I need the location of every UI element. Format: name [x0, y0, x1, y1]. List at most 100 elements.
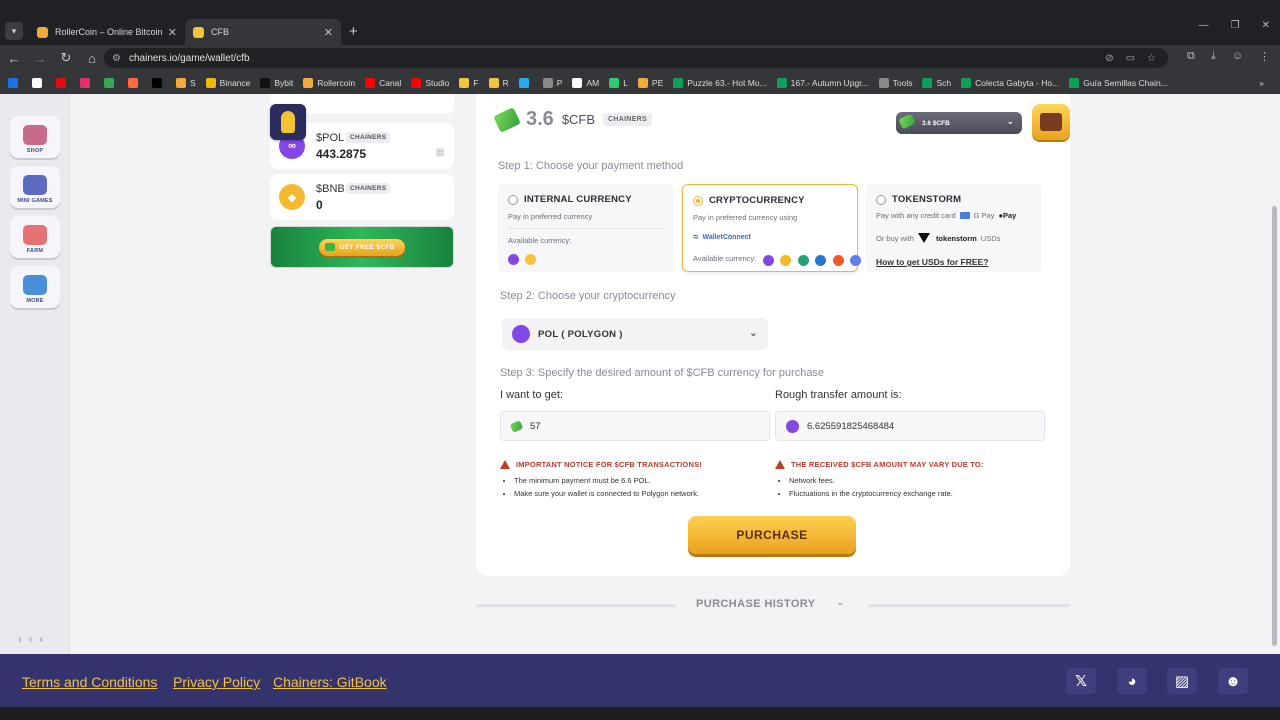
- bookmark-item[interactable]: Rollercoin: [303, 77, 355, 88]
- notice-title: IMPORTANT NOTICE FOR $CFB TRANSACTIONS!: [516, 460, 702, 469]
- bookmark-item[interactable]: [80, 77, 94, 88]
- address-bar[interactable]: ⚙ chainers.io/game/wallet/cfb ⊘ ▭ ☆: [104, 48, 1168, 68]
- privacy-link[interactable]: Privacy Policy: [173, 674, 260, 690]
- purchase-history-label: PURCHASE HISTORY: [696, 598, 816, 610]
- scrollbar-thumb[interactable]: [1272, 206, 1277, 646]
- coin-action-icon[interactable]: ▦: [436, 147, 445, 158]
- close-tab-icon[interactable]: ✕: [324, 26, 333, 39]
- bookmark-item[interactable]: L: [609, 77, 628, 88]
- close-window-icon[interactable]: ✕: [1262, 20, 1270, 31]
- amount-vary-notice: THE RECEIVED $CFB AMOUNT MAY VARY DUE TO…: [775, 460, 984, 500]
- payment-method-tokenstorm[interactable]: TOKENSTORM Pay with any credit card G Pa…: [866, 184, 1042, 272]
- get-usds-link[interactable]: How to get USDs for FREE?: [876, 257, 988, 267]
- menu-kebab-icon[interactable]: ⋮: [1259, 50, 1270, 63]
- forward-arrow-icon[interactable]: →: [28, 51, 52, 66]
- purchase-button[interactable]: PURCHASE: [688, 516, 856, 554]
- bookmark-item[interactable]: [104, 77, 118, 88]
- coin-tag: CHAINERS: [346, 183, 391, 194]
- radio-tokenstorm[interactable]: [876, 195, 886, 205]
- eye-off-icon[interactable]: ⊘: [1105, 53, 1113, 64]
- gamepad-icon: [23, 175, 47, 195]
- extensions-icon[interactable]: ⧉: [1187, 50, 1195, 63]
- bookmark-item[interactable]: Binance: [205, 77, 250, 88]
- cfb-amount-field[interactable]: [500, 411, 770, 441]
- payment-method-internal[interactable]: INTERNAL CURRENCY Pay in preferred curre…: [498, 184, 674, 272]
- bookmark-item[interactable]: Colecta Gabyta - Ho...: [961, 77, 1059, 88]
- bookmark-item[interactable]: AM: [572, 77, 600, 88]
- bookmarks-bar: S Binance Bybit Rollercoin Canal Studio F R P AM L…: [0, 71, 1280, 94]
- bookmark-star-icon[interactable]: ☆: [1147, 53, 1156, 64]
- bookmark-item[interactable]: R: [488, 77, 509, 88]
- tab-cfb[interactable]: CFB ✕: [185, 19, 341, 45]
- bookmark-item[interactable]: Tools: [878, 77, 912, 88]
- bookmark-label: AM: [586, 77, 600, 88]
- payment-method-crypto[interactable]: CRYPTOCURRENCY Pay in preferred currency…: [682, 184, 862, 272]
- bookmark-item[interactable]: [32, 77, 46, 88]
- step2-label: Step 2: Choose your cryptocurrency: [500, 290, 676, 302]
- tab-search-button[interactable]: ▾: [5, 22, 23, 40]
- bookmark-item[interactable]: Sch: [922, 77, 951, 88]
- bookmark-item[interactable]: Guía Semillas Chain...: [1069, 77, 1168, 88]
- site-info-icon[interactable]: ⚙: [112, 53, 121, 64]
- sidebar-item-mini-games[interactable]: MINI GAMES: [10, 166, 60, 208]
- radio-internal[interactable]: [508, 195, 518, 205]
- page-scrollbar[interactable]: [1271, 96, 1278, 652]
- farm-cow-icon: [23, 225, 47, 245]
- new-tab-button[interactable]: +: [349, 23, 358, 40]
- cast-icon[interactable]: ▭: [1126, 53, 1135, 64]
- transfer-amount-input[interactable]: [807, 420, 1007, 432]
- bookmark-favicon-icon: [205, 77, 216, 88]
- maximize-icon[interactable]: ❐: [1231, 20, 1240, 31]
- bookmark-item[interactable]: [8, 77, 22, 88]
- bookmark-item[interactable]: [128, 77, 142, 88]
- bookmark-item[interactable]: Bybit: [260, 77, 293, 88]
- reddit-icon[interactable]: ☻: [1218, 668, 1248, 694]
- bookmark-item[interactable]: Puzzle 63.- Hot Mo...: [673, 77, 767, 88]
- miner-lightbulb-icon[interactable]: [270, 104, 306, 140]
- ethereum-coin-icon: [850, 255, 862, 267]
- radio-crypto[interactable]: [693, 196, 703, 206]
- more-bookmarks-icon[interactable]: »: [1259, 78, 1264, 88]
- back-arrow-icon[interactable]: ←: [2, 51, 26, 66]
- purchase-history-toggle[interactable]: PURCHASE HISTORY ⌄: [476, 594, 1070, 616]
- bookmark-item[interactable]: [152, 77, 166, 88]
- cryptocurrency-dropdown[interactable]: POL ( POLYGON ) ⌄: [502, 318, 768, 350]
- bookmark-item[interactable]: Canal: [365, 77, 401, 88]
- bookmark-favicon-icon: [303, 77, 314, 88]
- minimize-icon[interactable]: —: [1199, 20, 1209, 31]
- sidebar-item-more[interactable]: MORE: [10, 266, 60, 308]
- download-icon[interactable]: ⤓: [1211, 50, 1216, 63]
- get-free-cfb-banner[interactable]: GET FREE $CFB: [270, 226, 454, 268]
- home-icon[interactable]: ⌂: [80, 51, 104, 66]
- bookmark-item[interactable]: [518, 77, 533, 88]
- bookmark-item[interactable]: P: [542, 77, 562, 88]
- discord-icon[interactable]: ◕: [1117, 668, 1147, 694]
- get-free-cfb-button[interactable]: GET FREE $CFB: [319, 238, 405, 256]
- bookmark-item[interactable]: F: [459, 77, 479, 88]
- cfb-amount-input[interactable]: [530, 420, 730, 432]
- sidebar-item-farm[interactable]: FARM: [10, 216, 60, 258]
- or-buy-with-text: Or buy with: [876, 233, 914, 243]
- transfer-amount-field[interactable]: [775, 411, 1045, 441]
- balance-dropdown[interactable]: 3.6 $CFB ⌄: [896, 112, 1022, 134]
- rollercoin-favicon-icon: [37, 26, 48, 38]
- profile-icon[interactable]: ☺: [1232, 50, 1243, 63]
- x-twitter-icon[interactable]: 𝕏: [1066, 668, 1096, 694]
- terms-link[interactable]: Terms and Conditions: [22, 674, 157, 690]
- wallet-button[interactable]: [1032, 104, 1070, 140]
- bookmark-item[interactable]: S: [176, 77, 196, 88]
- reload-icon[interactable]: ↻: [54, 50, 78, 66]
- sidebar-item-shop[interactable]: SHOP: [10, 116, 60, 158]
- bookmark-item[interactable]: [56, 77, 70, 88]
- tab-rollercoin[interactable]: RollerCoin – Online Bitcoin Mini ✕: [29, 19, 185, 45]
- gitbook-link[interactable]: Chainers: GitBook: [273, 674, 387, 690]
- coin-card-bnb[interactable]: ◆ $BNB CHAINERS 0: [270, 174, 454, 220]
- bookmark-item[interactable]: Studio: [411, 77, 450, 88]
- bookmark-item[interactable]: PE: [637, 77, 663, 88]
- bookmark-label: Studio: [425, 77, 450, 88]
- selected-cryptocurrency: POL ( POLYGON ): [538, 328, 623, 340]
- bookmark-item[interactable]: 167.- Autumn Upgr...: [776, 77, 869, 88]
- zealy-icon[interactable]: ▨: [1167, 668, 1197, 694]
- close-tab-icon[interactable]: ✕: [168, 26, 177, 39]
- sidebar-collapse-button[interactable]: ‹ ‹ ‹: [18, 634, 45, 646]
